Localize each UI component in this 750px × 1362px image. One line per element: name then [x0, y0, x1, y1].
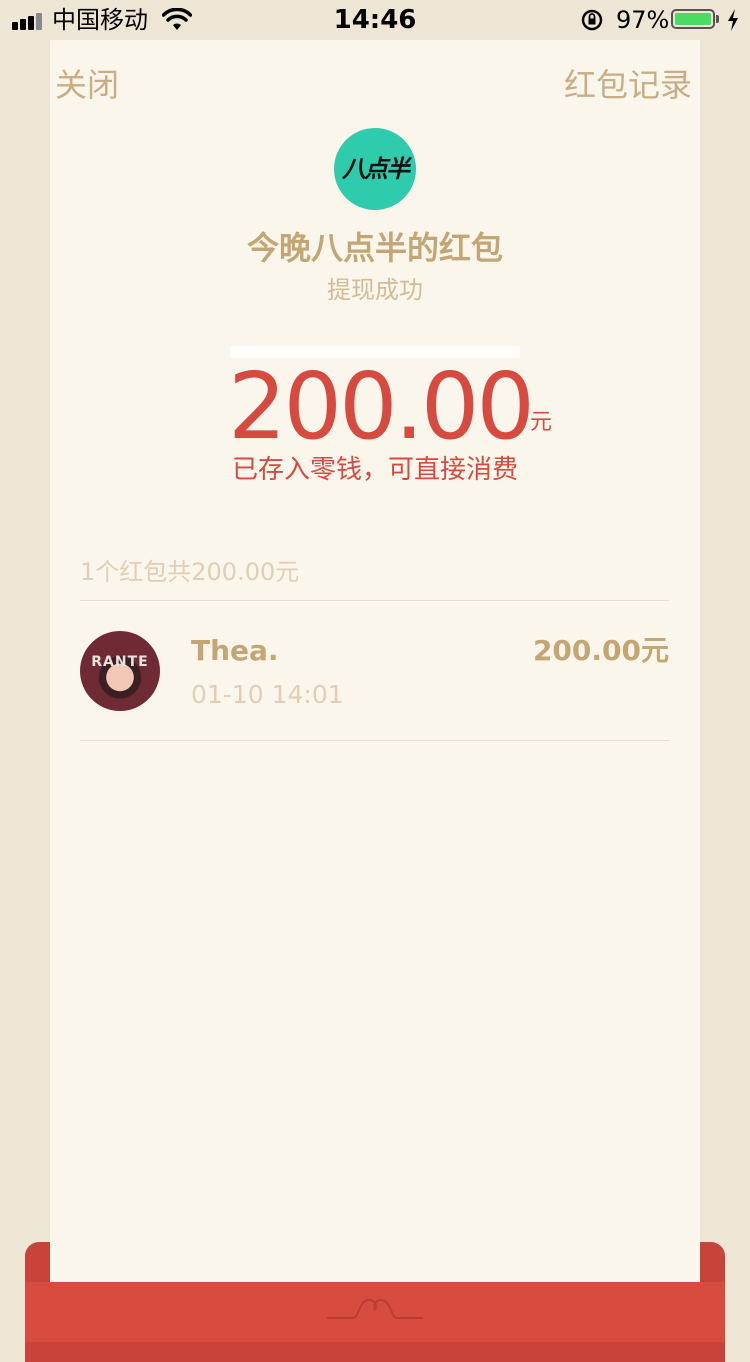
sender-title: 今晚八点半的红包: [246, 229, 503, 267]
battery-icon: [671, 9, 715, 29]
charging-icon: [728, 9, 738, 31]
amount-note: 已存入零钱，可直接消费: [231, 455, 518, 485]
orientation-lock-icon: [581, 9, 603, 31]
list-item[interactable]: RANTE Thea. 01-10 14:01 200.00元: [80, 601, 669, 741]
amount-unit: 元: [530, 410, 553, 435]
record-time: 01-10 14:01: [191, 680, 344, 709]
battery-tip: [716, 15, 719, 23]
envelope-seal-curve: [327, 1298, 423, 1319]
packet-summary: 1个红包共200.00元: [80, 558, 300, 586]
logo-text: 八点半: [342, 155, 410, 183]
red-packet-detail-card: 关闭 红包记录 八点半 今晚八点半的红包 提现成功 200.00 元 已存入零钱…: [50, 40, 700, 1282]
packet-amount: 200.00: [228, 353, 535, 460]
divider: [80, 740, 669, 741]
battery-percentage: 97%: [616, 6, 670, 34]
close-button[interactable]: 关闭: [55, 66, 119, 104]
record-amount: 200.00元: [532, 634, 669, 667]
red-packet-records-button[interactable]: 红包记录: [564, 66, 692, 104]
status-bar: 中国移动 14:46 97%: [0, 0, 750, 40]
avatar[interactable]: RANTE: [80, 631, 160, 711]
sender-logo: 八点半: [334, 128, 416, 210]
withdraw-status: 提现成功: [327, 276, 423, 304]
record-name: Thea.: [191, 634, 279, 667]
